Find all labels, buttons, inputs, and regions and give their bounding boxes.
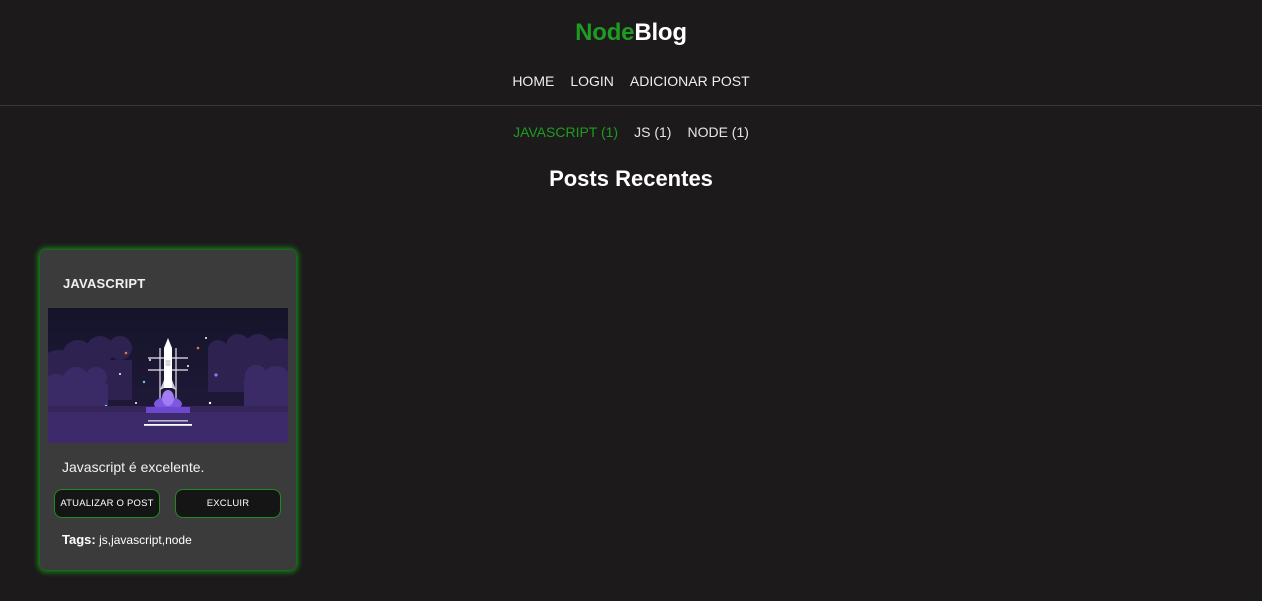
tags-value: js,javascript,node: [99, 533, 192, 547]
site-logo[interactable]: NodeBlog: [0, 19, 1262, 47]
nav-login-link[interactable]: LOGIN: [570, 73, 614, 89]
rocket-launch-illustration-icon: [48, 308, 288, 443]
category-nav: JAVASCRIPT (1) JS (1) NODE (1): [0, 124, 1262, 140]
tags-label: Tags:: [62, 532, 96, 547]
delete-post-button[interactable]: EXCLUIR: [175, 489, 281, 518]
category-javascript-link[interactable]: JAVASCRIPT (1): [513, 124, 618, 140]
category-js-link[interactable]: JS (1): [634, 124, 671, 140]
post-tags: Tags: js,javascript,node: [62, 532, 192, 547]
nav-home-link[interactable]: HOME: [512, 73, 554, 89]
nav-add-post-link[interactable]: ADICIONAR POST: [630, 73, 750, 89]
site-header: NodeBlog HOME LOGIN ADICIONAR POST: [0, 0, 1262, 106]
post-excerpt: Javascript é excelente.: [62, 459, 205, 475]
logo-part-blog: Blog: [634, 19, 687, 46]
post-card: JAVASCRIPT Javascript é excelente. ATUAL…: [40, 250, 296, 570]
main-nav: HOME LOGIN ADICIONAR POST: [0, 73, 1262, 89]
page-title: Posts Recentes: [549, 166, 713, 191]
post-title[interactable]: JAVASCRIPT: [63, 276, 145, 291]
update-post-button[interactable]: ATUALIZAR O POST: [54, 489, 160, 518]
logo-part-node: Node: [575, 19, 635, 46]
post-image: [48, 308, 288, 443]
category-node-link[interactable]: NODE (1): [687, 124, 748, 140]
